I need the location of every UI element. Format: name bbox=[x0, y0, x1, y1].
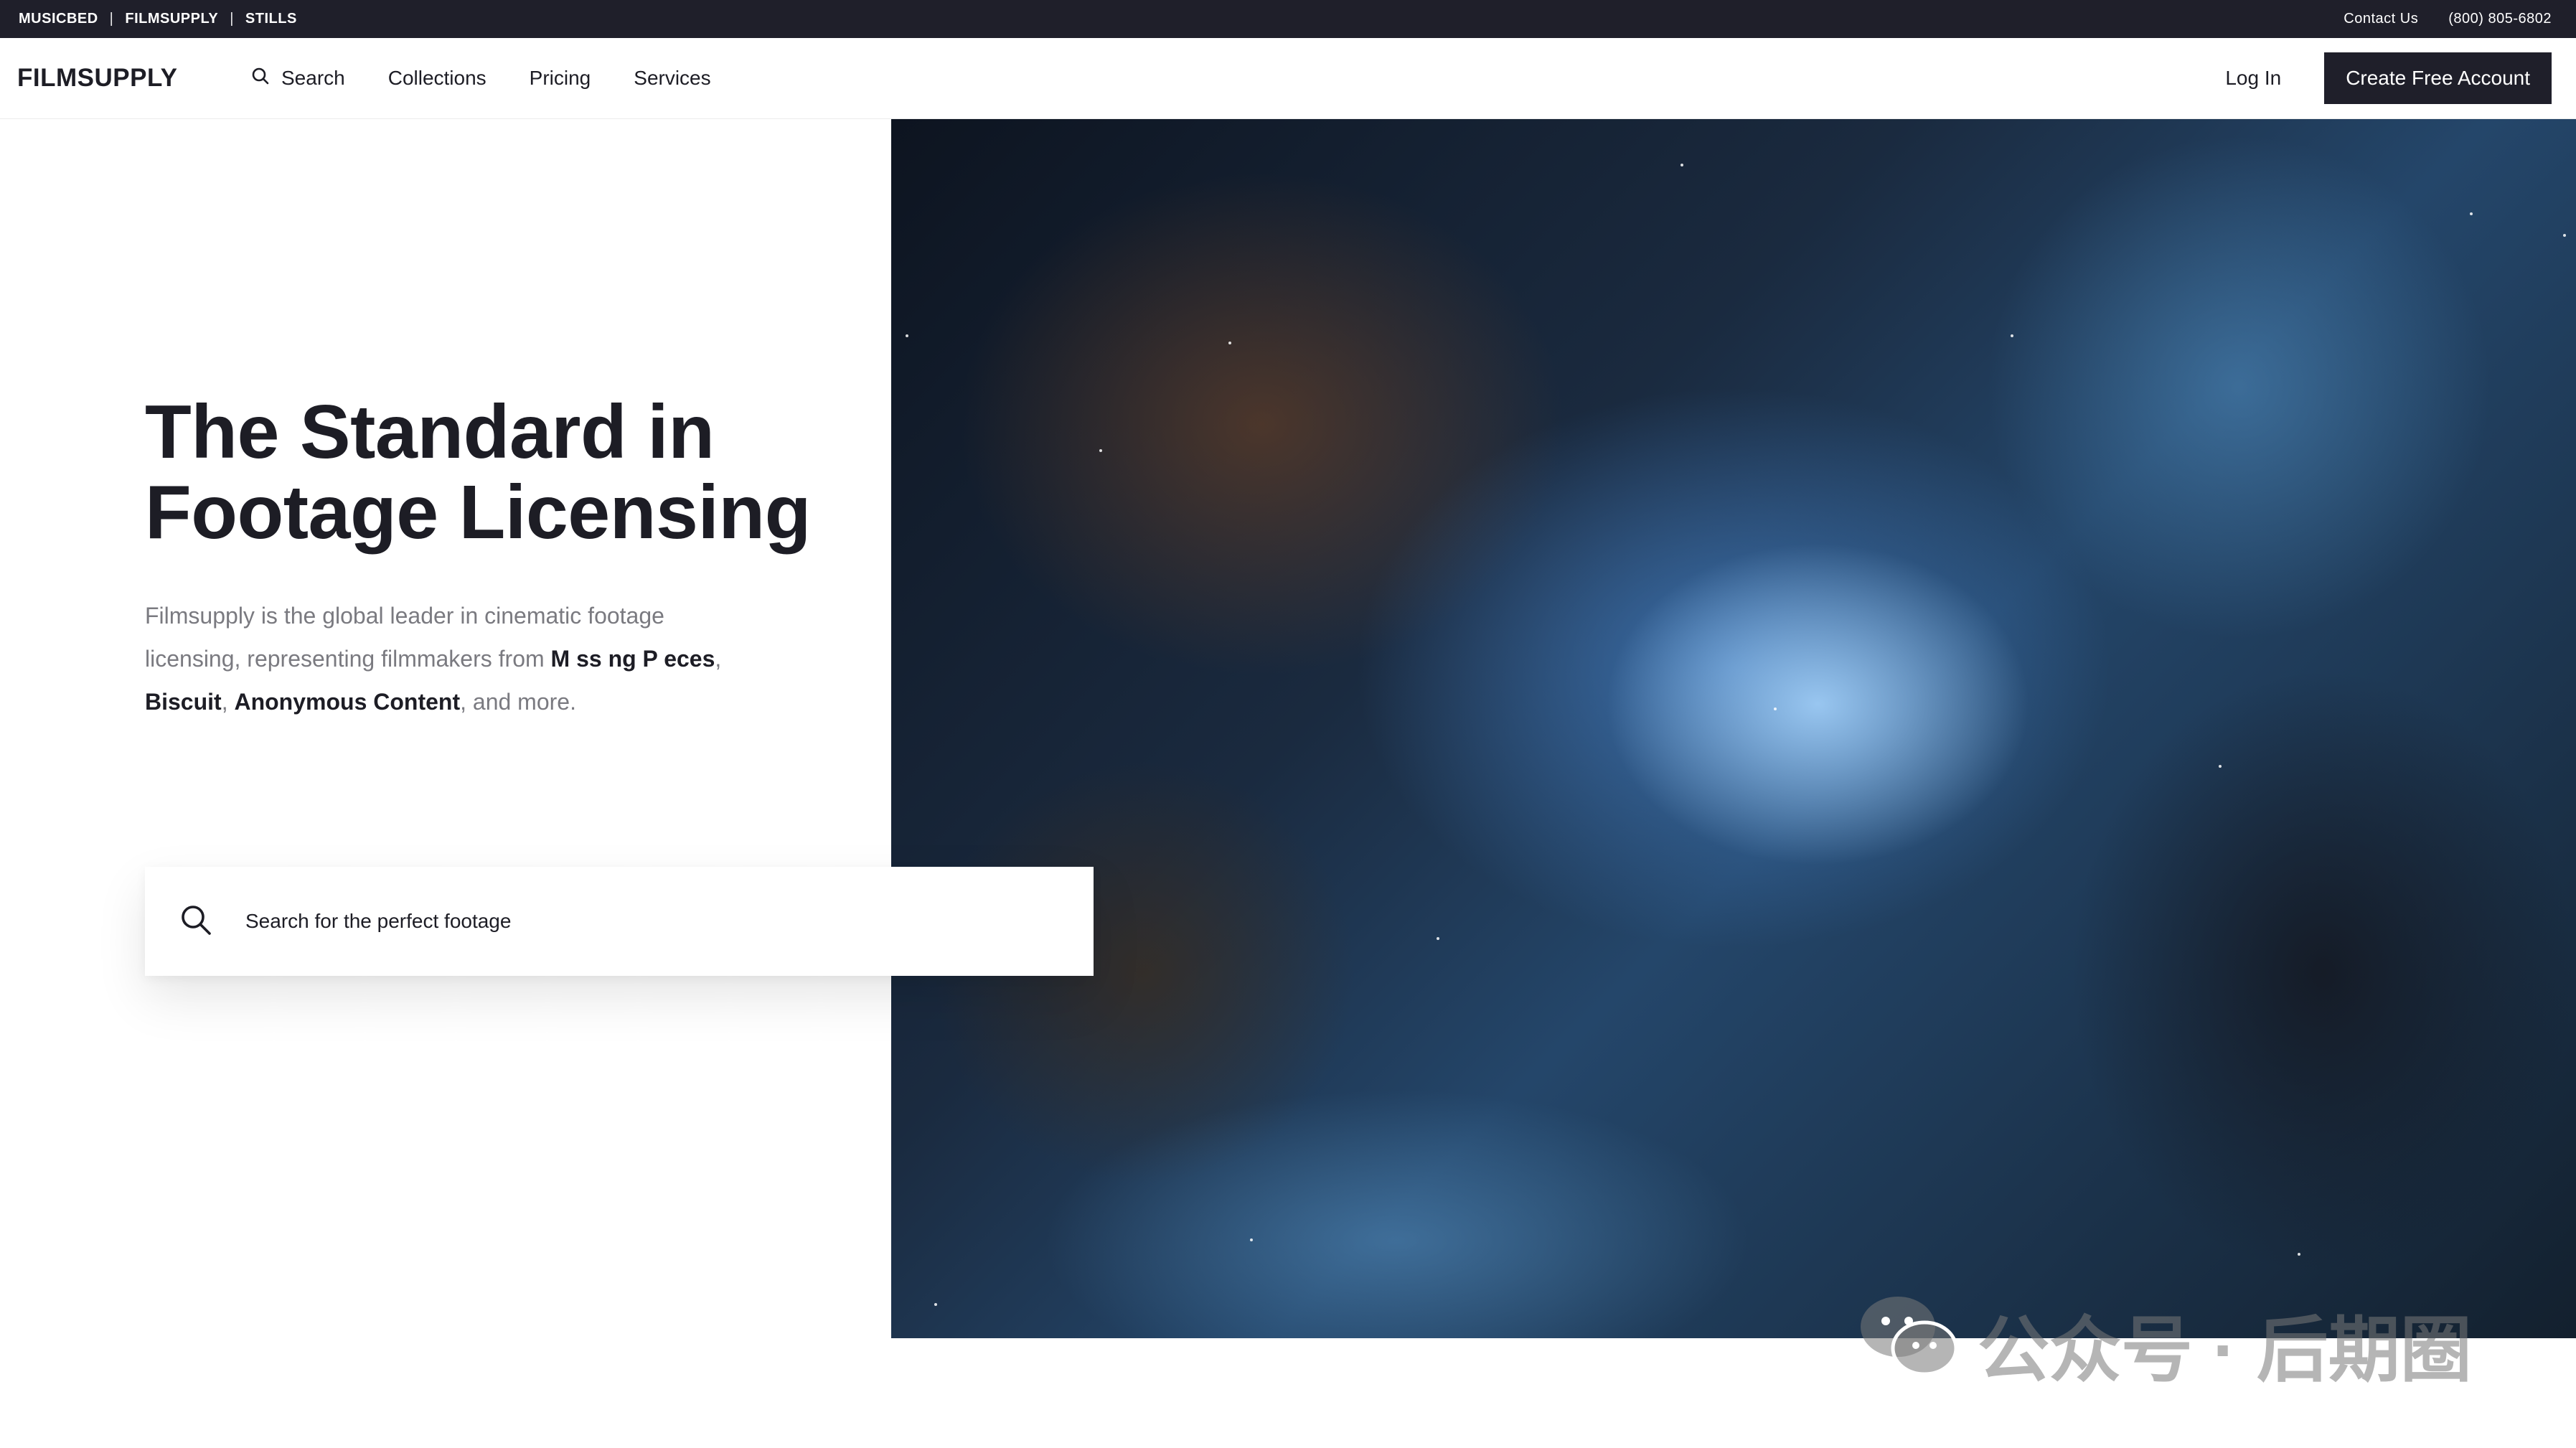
wechat-icon bbox=[1858, 1292, 1959, 1396]
nav-collections[interactable]: Collections bbox=[388, 67, 486, 90]
hero-title-line1: The Standard in bbox=[145, 390, 715, 474]
brand-link-musicbed[interactable]: MUSICBED bbox=[19, 11, 98, 27]
hero-desc-comma: , bbox=[221, 689, 235, 715]
partner-link-anonymous-content[interactable]: Anonymous Content bbox=[234, 689, 460, 715]
watermark-text: 公众号 · 后期圈 bbox=[1978, 1310, 2472, 1391]
nav-pricing[interactable]: Pricing bbox=[530, 67, 591, 90]
brand-link-filmsupply[interactable]: FILMSUPPLY bbox=[125, 11, 218, 27]
site-logo[interactable]: FILMSUPPLY bbox=[17, 64, 177, 93]
brand-switcher: MUSICBED | FILMSUPPLY | STILLS bbox=[19, 11, 297, 27]
login-link[interactable]: Log In bbox=[2225, 67, 2281, 90]
hero-nebula-image bbox=[891, 119, 2576, 1338]
hero-desc-end: , and more. bbox=[460, 689, 576, 715]
nav-account: Log In Create Free Account bbox=[2225, 52, 2552, 104]
create-account-button[interactable]: Create Free Account bbox=[2324, 52, 2552, 104]
brand-link-stills[interactable]: STILLS bbox=[245, 11, 297, 27]
nav-services[interactable]: Services bbox=[634, 67, 710, 90]
search-icon bbox=[251, 67, 270, 90]
partner-link-missing-pieces[interactable]: M ss ng P eces bbox=[551, 646, 715, 672]
top-utility-bar: MUSICBED | FILMSUPPLY | STILLS Contact U… bbox=[0, 0, 2576, 38]
search-icon bbox=[179, 903, 212, 940]
nav-search[interactable]: Search bbox=[251, 67, 345, 90]
partner-link-biscuit[interactable]: Biscuit bbox=[145, 689, 222, 715]
phone-link[interactable]: (800) 805-6802 bbox=[2448, 11, 2552, 27]
watermark: 公众号 · 后期圈 bbox=[1858, 1292, 2472, 1396]
hero-desc-comma: , bbox=[715, 646, 722, 672]
nav-links: Search Collections Pricing Services bbox=[251, 67, 711, 90]
main-nav: FILMSUPPLY Search Collections Pricing Se… bbox=[0, 38, 2576, 119]
contact-area: Contact Us (800) 805-6802 bbox=[2344, 11, 2552, 27]
hero-description: Filmsupply is the global leader in cinem… bbox=[145, 594, 733, 723]
nav-search-label: Search bbox=[281, 67, 345, 89]
hero-title-line2: Footage Licensing bbox=[145, 470, 811, 555]
contact-us-link[interactable]: Contact Us bbox=[2344, 11, 2418, 27]
search-placeholder: Search for the perfect footage bbox=[245, 910, 512, 932]
hero-title: The Standard in Footage Licensing bbox=[145, 392, 862, 553]
footage-search-input[interactable]: Search for the perfect footage bbox=[145, 867, 1094, 976]
brand-separator: | bbox=[109, 11, 114, 27]
brand-separator: | bbox=[230, 11, 234, 27]
